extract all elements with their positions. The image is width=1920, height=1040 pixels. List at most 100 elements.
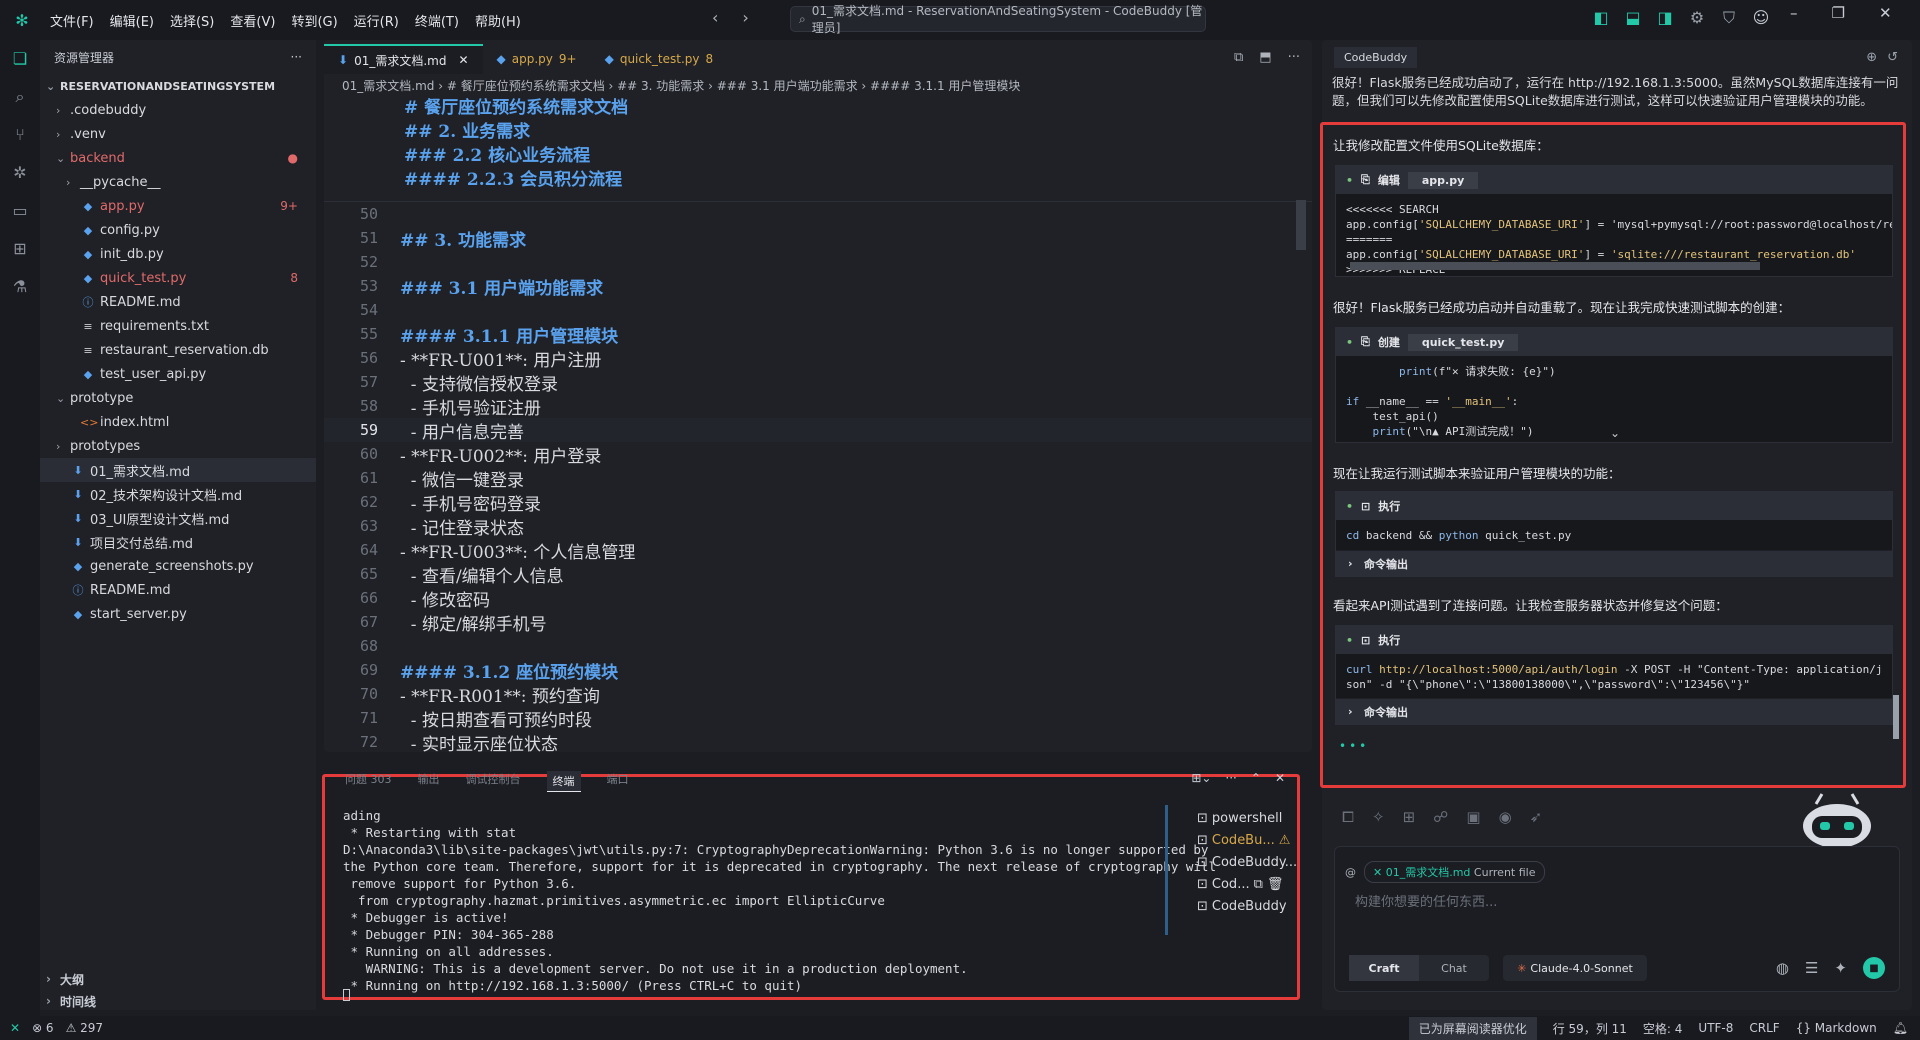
mention-button[interactable]: @ (1345, 866, 1356, 879)
tab-requirements-md[interactable]: ⬇ 01_需求文档.md ✕ (324, 44, 483, 74)
terminal-session[interactable]: ⊡ CodeBu... ⚠ (1197, 829, 1297, 851)
run-debug-icon[interactable]: ✲ (0, 154, 40, 192)
close-panel-icon[interactable]: ✕ (1275, 771, 1285, 785)
code-line[interactable]: 69 #### 3.1.2 座位预约模块 (324, 658, 1312, 683)
command-center-search[interactable]: ⌕ 01_需求文档.md - ReservationAndSeatingSyst… (790, 4, 1206, 35)
sticky-heading[interactable]: ### 2.2 核心业务流程 (404, 144, 1312, 168)
notifications-bell-icon[interactable]: 🔔︎ (1893, 1021, 1908, 1035)
toggle-panel-icon[interactable]: ⬓ (1624, 8, 1642, 28)
mcp-icon[interactable]: ✧ (1372, 808, 1385, 826)
card-file-name[interactable]: quick_test.py (1407, 333, 1519, 351)
mode-chat-button[interactable]: Chat (1419, 955, 1489, 981)
tree-file[interactable]: ⬇ 02_技术架构设计文档.md (40, 482, 316, 506)
tree-file[interactable]: ⓘ README.md (40, 290, 316, 314)
code-line[interactable]: 70 - **FR-R001**: 预约查询 (324, 682, 1312, 707)
menu-go[interactable]: 转到(G) (283, 11, 345, 30)
breadcrumb[interactable]: 01_需求文档.md › # 餐厅座位预约系统需求文档 › ## 3. 功能需求… (324, 74, 1312, 96)
workspace-root[interactable]: ⌄ RESERVATIONANDSEATINGSYSTEM (40, 74, 316, 98)
menu-edit[interactable]: 编辑(E) (102, 11, 162, 30)
context-file-chip[interactable]: ✕ 01_需求文档.md Current file (1364, 861, 1545, 883)
tree-file[interactable]: ⬇ 项目交付总结.md (40, 530, 316, 554)
code-line[interactable]: 63 - 记住登录状态 (324, 514, 1312, 539)
minimize-icon[interactable]: – (1790, 4, 1798, 22)
expand-chevron-icon[interactable]: ⌄ (1610, 426, 1620, 440)
tree-file[interactable]: ≡ restaurant_reservation.db (40, 338, 316, 362)
eye-icon[interactable]: ◉ (1499, 808, 1512, 826)
remove-context-icon[interactable]: ✕ (1373, 866, 1382, 879)
tab-output[interactable]: 输出 (418, 771, 440, 792)
code-line[interactable]: 52 (324, 250, 1312, 274)
command-output-toggle[interactable]: › 命令输出 (1336, 550, 1892, 576)
palette-icon[interactable]: ◍ (1776, 959, 1789, 977)
tab-quick-test-py[interactable]: ◆ quick_test.py 8 (591, 44, 728, 74)
tree-file[interactable]: ◆ app.py 9+ (40, 194, 316, 218)
timeline-section[interactable]: › 时间线 (40, 990, 316, 1012)
horizontal-scrollbar[interactable] (1350, 262, 1760, 270)
grid-icon[interactable]: ⊞ (1403, 808, 1416, 826)
terminal-output[interactable]: ading * Restarting with stat D:\Anaconda… (343, 807, 1216, 994)
editor-scrollbar[interactable] (1296, 200, 1306, 250)
code-line[interactable]: 61 - 微信一键登录 (324, 466, 1312, 491)
tab-app-py[interactable]: ◆ app.py 9+ (483, 44, 591, 74)
terminal-session[interactable]: ⊡ Cod... ⧉ 🗑 (1197, 873, 1297, 895)
preview-icon[interactable]: ⧉ (1234, 50, 1243, 65)
send-button[interactable]: ■ (1863, 957, 1885, 979)
model-selector[interactable]: ✳ Claude-4.0-Sonnet (1503, 955, 1647, 981)
warning-count[interactable]: ⚠ 297 (66, 1021, 103, 1035)
list-icon[interactable]: ☰ (1805, 959, 1818, 977)
more-actions-icon[interactable]: ··· (1288, 50, 1300, 65)
tree-folder[interactable]: › prototypes (40, 434, 316, 458)
tree-file[interactable]: ≡ requirements.txt (40, 314, 316, 338)
explorer-files-icon[interactable]: ❏ (0, 40, 40, 78)
terminal-session[interactable]: ⊡ CodeBuddy (1197, 895, 1297, 917)
tree-folder[interactable]: ⌄ prototype (40, 386, 316, 410)
tree-file[interactable]: ◆ config.py (40, 218, 316, 242)
code-line[interactable]: 68 (324, 634, 1312, 658)
sticky-heading[interactable]: #### 2.2.3 会员积分流程 (404, 168, 1312, 192)
close-window-icon[interactable]: ✕ (1879, 4, 1892, 22)
remote-icon[interactable]: ✕ (10, 1021, 20, 1035)
menu-view[interactable]: 查看(V) (222, 11, 283, 30)
link-icon[interactable]: ☍ (1433, 808, 1448, 826)
chat-input-box[interactable]: @ ✕ 01_需求文档.md Current file 构建你想要的任何东西..… (1334, 846, 1900, 992)
menu-terminal[interactable]: 终端(T) (407, 11, 467, 30)
code-line[interactable]: 59 - 用户信息完善 (324, 418, 1312, 443)
close-tab-icon[interactable]: ✕ (458, 53, 468, 67)
outline-section[interactable]: › 大纲 (40, 968, 316, 990)
menu-run[interactable]: 运行(R) (346, 11, 407, 30)
terminal-session[interactable]: ⊡ powershell (1197, 807, 1297, 829)
cursor-position[interactable]: 行 59，列 11 (1553, 1020, 1627, 1037)
split-editor-icon[interactable]: ⬒ (1259, 50, 1271, 65)
tab-ports[interactable]: 端口 (607, 771, 629, 792)
search-activity-icon[interactable]: ⌕ (0, 78, 40, 116)
card-file-name[interactable]: app.py (1407, 171, 1479, 189)
line-ending[interactable]: CRLF (1749, 1021, 1779, 1035)
menu-selection[interactable]: 选择(S) (162, 11, 222, 30)
tree-file[interactable]: ◆ start_server.py (40, 602, 316, 626)
language-mode[interactable]: {} Markdown (1796, 1021, 1877, 1035)
code-line[interactable]: 62 - 手机号密码登录 (324, 490, 1312, 515)
tree-file[interactable]: ⬇ 01_需求文档.md (40, 458, 316, 482)
code-line[interactable]: 67 - 绑定/解绑手机号 (324, 610, 1312, 635)
indentation[interactable]: 空格: 4 (1643, 1020, 1683, 1037)
maximize-panel-icon[interactable]: ⌃ (1251, 771, 1261, 785)
code-line[interactable]: 55 #### 3.1.1 用户管理模块 (324, 322, 1312, 347)
tree-file[interactable]: ◆ test_user_api.py (40, 362, 316, 386)
tab-terminal[interactable]: 终端 (546, 771, 581, 792)
tab-debug-console[interactable]: 调试控制台 (466, 771, 521, 792)
code-line[interactable]: 54 (324, 298, 1312, 322)
remote-explorer-icon[interactable]: ▭ (0, 192, 40, 230)
terminal-session[interactable]: ⊡ CodeBuddy... (1197, 851, 1297, 873)
menu-file[interactable]: 文件(F) (42, 11, 102, 30)
tab-problems[interactable]: 问题 303 (345, 771, 392, 792)
sticky-heading[interactable]: ## 2. 业务需求 (404, 120, 1312, 144)
code-line[interactable]: 60 - **FR-U002**: 用户登录 (324, 442, 1312, 467)
shield-icon[interactable]: ⛉ (1720, 8, 1738, 28)
more-actions-icon[interactable]: ··· (1225, 771, 1236, 785)
plugin-icon[interactable]: ⧠ (1342, 808, 1354, 826)
rocket-icon[interactable]: ➶ (1530, 808, 1543, 826)
command-output-toggle[interactable]: › 命令输出 (1336, 698, 1892, 724)
tree-file[interactable]: ◆ generate_screenshots.py (40, 554, 316, 578)
trash-icon[interactable]: 🗑 (1267, 877, 1284, 892)
code-line[interactable]: 53 ### 3.1 用户端功能需求 (324, 274, 1312, 299)
